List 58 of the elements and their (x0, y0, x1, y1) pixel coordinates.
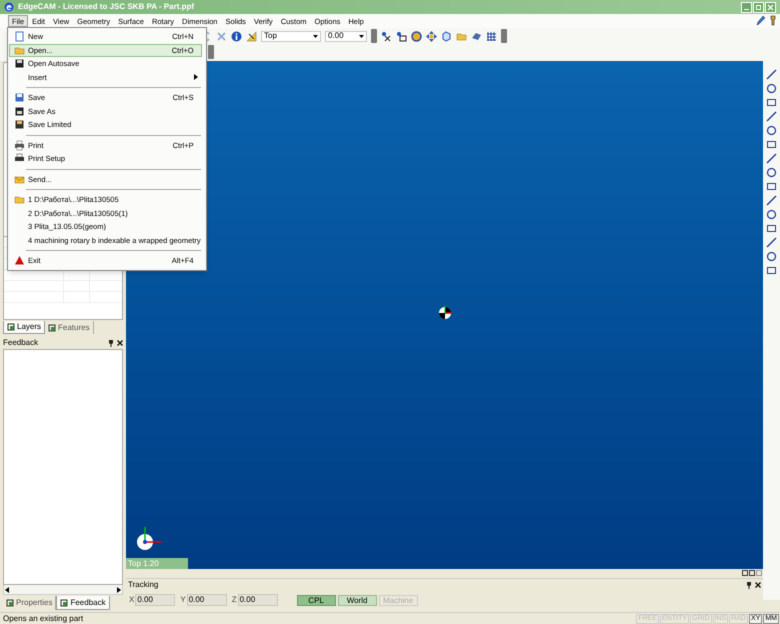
tab[interactable]: Layers (3, 321, 46, 334)
axis-label: Y (180, 594, 186, 606)
snap-icon[interactable] (381, 30, 392, 42)
horizontal-scrollbar[interactable] (3, 585, 123, 595)
page-icon (14, 31, 24, 42)
dropdown-value: Top (264, 30, 277, 42)
mode-button[interactable]: World (338, 594, 377, 606)
grid-icon[interactable] (486, 30, 497, 42)
dropdown-value: 0.00 (328, 30, 344, 42)
pin-icon[interactable] (746, 582, 752, 588)
mode-button[interactable]: CPL (296, 594, 336, 606)
toolbar-handle[interactable] (208, 45, 214, 59)
caret-icon (359, 34, 364, 38)
coordinate-field: 0.00 (135, 594, 176, 606)
scroll-left-icon[interactable] (5, 586, 9, 592)
axis-triad-icon (136, 525, 162, 551)
edit-pencil-icon[interactable] (756, 15, 766, 26)
caret-icon (313, 34, 318, 38)
close-icon[interactable] (117, 340, 123, 346)
rectangle-icon[interactable] (766, 97, 777, 108)
window-title: EdgeCAM - Licensed to JSC SKB PA - Part.ppf (18, 1, 194, 13)
view-dropdown[interactable]: Top (261, 30, 321, 42)
folder-icon (14, 194, 24, 206)
minimize-button[interactable] (741, 2, 752, 12)
split-vertical-icon[interactable] (749, 570, 755, 576)
close-icon[interactable] (755, 582, 761, 588)
workplane-icon[interactable] (396, 30, 407, 42)
tab[interactable]: Feedback (56, 596, 110, 610)
pan-icon[interactable] (426, 30, 437, 42)
line-icon[interactable] (766, 69, 777, 80)
view-label: Top 1.20 (126, 558, 188, 569)
printer-icon (14, 140, 24, 151)
origin-marker-icon (438, 306, 452, 320)
coordinate-field: 0.00 (238, 594, 278, 606)
warning-icon (14, 255, 24, 266)
folder-icon (14, 44, 24, 56)
measure-icon[interactable] (246, 30, 257, 42)
help-icon[interactable] (769, 15, 777, 26)
tab[interactable]: Features (45, 321, 94, 334)
panel-title: Feedback (3, 337, 38, 349)
panel-title: Tracking (128, 579, 158, 591)
coordinate-field: 0.00 (186, 594, 227, 606)
value-dropdown[interactable]: 0.00 (325, 30, 367, 42)
shade-icon[interactable] (471, 30, 482, 42)
status-message: Opens an existing part (2, 612, 84, 624)
rotate-icon[interactable] (411, 30, 422, 42)
envelope-icon (14, 174, 24, 185)
toolbar-handle[interactable] (501, 29, 507, 43)
pin-icon[interactable] (108, 340, 114, 346)
cube-icon[interactable] (441, 30, 452, 42)
scroll-right-icon[interactable] (117, 586, 121, 592)
axis-label: X (129, 594, 134, 606)
split-horizontal-icon[interactable] (742, 570, 748, 576)
circle-icon[interactable] (766, 83, 777, 94)
app-icon (4, 2, 14, 12)
info-icon[interactable] (231, 30, 242, 42)
axis-label: Z (232, 594, 237, 606)
toolbar-handle[interactable] (371, 29, 377, 43)
